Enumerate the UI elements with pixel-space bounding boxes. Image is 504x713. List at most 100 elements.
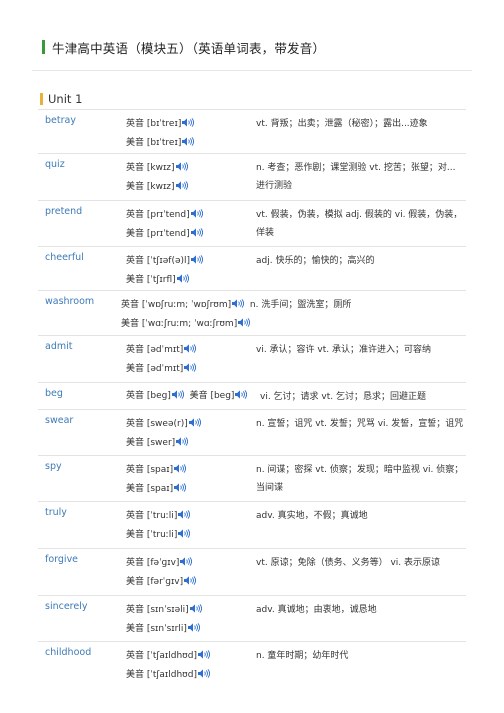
word: forgive [45,554,79,565]
unit-accent-bar [40,93,43,105]
us-pronunciation: 美音 [spaɪ] [126,484,174,494]
meaning: vt. 背叛；出卖；泄露（秘密）；露出...迹象 [256,119,428,129]
speaker-icon[interactable] [175,181,188,190]
speaker-icon[interactable] [174,483,187,492]
word: admit [45,341,73,352]
meaning: n. 洗手间；盥洗室；厕所 [249,300,352,310]
speaker-icon[interactable] [184,363,197,372]
uk-pronunciation: 英音 [beg] [126,391,171,401]
word: quiz [45,159,65,170]
speaker-icon[interactable] [178,510,191,519]
table-row: forgive 英音 [fəˈɡɪv] 美音 [fərˈɡɪv] vt. 原谅；… [38,549,466,596]
document-title-text: 牛津高中英语（模块五）（英语单词表，带发音） [52,40,326,56]
pronunciation: 英音 [sweə(r)] 美音 [swer] [126,415,201,453]
word: childhood [45,647,92,658]
pronunciation: 英音 [prɪˈtend] 美音 [prɪˈtend] [126,206,203,244]
table-row: cheerful 英音 [ˈtʃɪəf(ə)l] 美音 [ˈtʃɪrfl] ad… [38,247,466,291]
speaker-icon[interactable] [190,209,203,218]
uk-pronunciation: 英音 [ədˈmɪt] [126,345,184,355]
table-row: washroom 英音 [ˈwɒʃruːm; ˈwɒʃrʊm] n. 洗手间；盥… [38,291,466,336]
table-row: spy 英音 [spaɪ] 美音 [spaɪ] n. 间谍；密探 vt. 侦察；… [38,456,466,502]
pronunciation: 英音 [ˈwɒʃruːm; ˈwɒʃrʊm] n. 洗手间；盥洗室；厕所 美音 … [121,296,351,334]
table-row: sincerely 英音 [sɪnˈsɪəli] 美音 [sɪnˈsɪrli] … [38,596,466,642]
speaker-icon[interactable] [190,228,203,237]
pronunciation: 英音 [bɪˈtreɪ] 美音 [bɪˈtreɪ] [126,115,195,153]
title-divider [32,70,472,71]
speaker-icon[interactable] [176,274,189,283]
speaker-icon[interactable] [197,650,210,659]
us-pronunciation: 美音 [fərˈɡɪv] [126,577,184,587]
table-row: swear 英音 [sweə(r)] 美音 [swer] n. 宣誓；诅咒 vt… [38,410,466,456]
uk-pronunciation: 英音 [ˈtʃaɪldhʊd] [126,651,197,661]
speaker-icon[interactable] [235,390,248,399]
speaker-icon[interactable] [184,344,197,353]
us-pronunciation: 美音 [swer] [126,438,176,448]
us-pronunciation: 美音 [sɪnˈsɪrli] [126,624,187,634]
speaker-icon[interactable] [176,437,189,446]
word: sincerely [45,601,88,612]
speaker-icon[interactable] [189,604,202,613]
meaning: vt. 假装，伪装，模拟 adj. 假装的 vi. 假装，伪装，佯装 [256,210,463,238]
meaning: adj. 快乐的；愉快的；高兴的 [256,256,375,266]
speaker-icon[interactable] [184,576,197,585]
table-row: childhood 英音 [ˈtʃaɪldhʊd] 美音 [ˈtʃaɪldhʊd… [38,642,466,685]
speaker-icon[interactable] [171,390,184,399]
word: truly [45,507,67,518]
word: cheerful [45,252,84,263]
speaker-icon[interactable] [188,418,201,427]
uk-pronunciation: 英音 [bɪˈtreɪ] [126,119,182,129]
uk-pronunciation: 英音 [ˈtruːli] [126,511,178,521]
title-accent-bar [42,40,45,54]
meaning: n. 考查；恶作剧；课堂测验 vt. 挖苦；张望；对...进行测验 [256,163,456,191]
table-row: betray 英音 [bɪˈtreɪ] 美音 [bɪˈtreɪ] vt. 背叛；… [38,110,466,154]
speaker-icon[interactable] [178,529,191,538]
speaker-icon[interactable] [175,162,188,171]
table-row: admit 英音 [ədˈmɪt] 美音 [ədˈmɪt] vi. 承认；容许 … [38,336,466,383]
speaker-icon[interactable] [182,137,195,146]
speaker-icon[interactable] [174,464,187,473]
speaker-icon[interactable] [182,118,195,127]
pronunciation: 英音 [kwɪz] 美音 [kwɪz] [126,159,188,197]
speaker-icon[interactable] [197,669,210,678]
uk-pronunciation: 英音 [sɪnˈsɪəli] [126,605,189,615]
word: beg [45,388,63,399]
meaning: n. 童年时期；幼年时代 [256,651,349,661]
pronunciation: 英音 [ˈtʃɪəf(ə)l] 美音 [ˈtʃɪrfl] [126,252,204,290]
meaning: vt. 原谅；免除（债务、义务等） vi. 表示原谅 [256,558,440,568]
us-pronunciation: 美音 [beg] [189,391,235,401]
table-row: pretend 英音 [prɪˈtend] 美音 [prɪˈtend] vt. … [38,201,466,247]
uk-pronunciation: 英音 [ˈtʃɪəf(ə)l] [126,256,191,266]
uk-pronunciation: 英音 [spaɪ] [126,465,174,475]
pronunciation: 英音 [sɪnˈsɪəli] 美音 [sɪnˈsɪrli] [126,601,202,639]
uk-pronunciation: 英音 [prɪˈtend] [126,210,190,220]
unit-heading-text: Unit 1 [48,92,83,106]
pronunciation: 英音 [ədˈmɪt] 美音 [ədˈmɪt] [126,341,197,379]
meaning: n. 宣誓；诅咒 vt. 发誓；咒骂 vi. 发誓，宣誓；诅咒 [256,419,464,429]
meaning: adv. 真诚地；由衷地，诚恳地 [256,605,377,615]
uk-pronunciation: 英音 [ˈwɒʃruːm; ˈwɒʃrʊm] [121,300,232,310]
pronunciation: 英音 [spaɪ] 美音 [spaɪ] [126,461,187,499]
uk-pronunciation: 英音 [fəˈɡɪv] [126,558,180,568]
speaker-icon[interactable] [191,255,204,264]
us-pronunciation: 美音 [ˈtʃaɪldhʊd] [126,670,197,680]
speaker-icon[interactable] [232,299,245,308]
us-pronunciation: 美音 [ˈwɑːʃruːm; ˈwɑːʃrʊm] [121,319,238,329]
us-pronunciation: 美音 [ˈtruːli] [126,530,178,540]
speaker-icon[interactable] [180,557,193,566]
us-pronunciation: 美音 [kwɪz] [126,182,175,192]
meaning: adv. 真实地，不假；真诚地 [256,511,368,521]
word: spy [45,461,62,472]
table-row: truly 英音 [ˈtruːli] 美音 [ˈtruːli] adv. 真实地… [38,502,466,549]
word: swear [45,415,74,426]
speaker-icon[interactable] [238,318,251,327]
us-pronunciation: 美音 [bɪˈtreɪ] [126,138,182,148]
table-row: quiz 英音 [kwɪz] 美音 [kwɪz] n. 考查；恶作剧；课堂测验 … [38,154,466,201]
pronunciation: 英音 [ˈtʃaɪldhʊd] 美音 [ˈtʃaɪldhʊd] [126,647,210,685]
pronunciation: 英音 [ˈtruːli] 美音 [ˈtruːli] [126,507,191,545]
word: washroom [45,296,95,307]
unit-heading: Unit 1 [40,92,82,106]
speaker-icon[interactable] [187,623,200,632]
pronunciation: 英音 [fəˈɡɪv] 美音 [fərˈɡɪv] [126,554,197,592]
document-title: 牛津高中英语（模块五）（英语单词表，带发音） [42,40,326,56]
us-pronunciation: 美音 [ədˈmɪt] [126,364,184,374]
